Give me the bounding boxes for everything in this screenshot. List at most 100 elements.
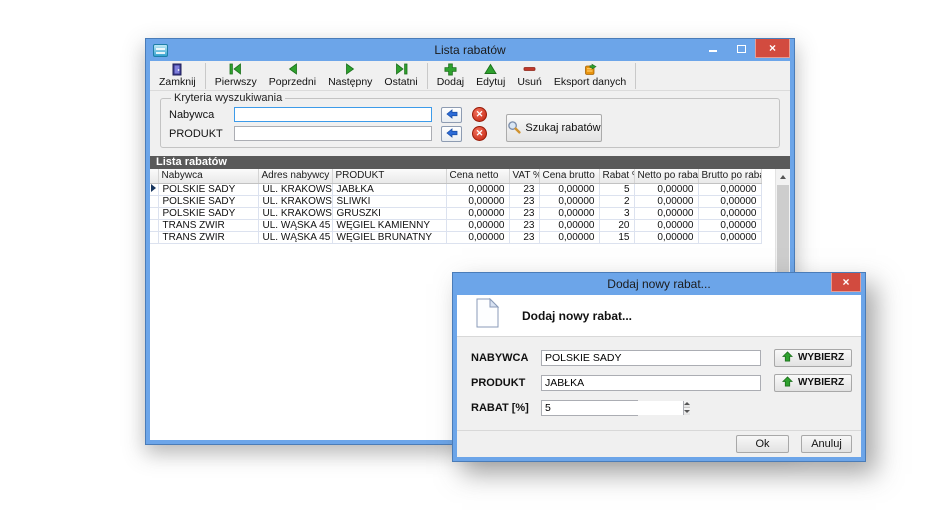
grid-indicator-header [150,169,158,183]
nabywca-filter-input[interactable] [234,107,432,122]
grid-cell[interactable]: 23 [509,183,539,195]
grid-cell[interactable]: 0,00000 [698,183,761,195]
grid-cell[interactable]: 0,00000 [446,183,509,195]
ok-button[interactable]: Ok [736,435,789,453]
grid-cell[interactable]: 0,00000 [539,183,599,195]
toolbar-button-pierwszy[interactable]: Pierwszy [209,62,263,90]
scroll-up-button[interactable] [776,169,790,184]
produkt-value-input[interactable] [541,375,761,391]
table-row[interactable]: TRANS ŻWIRUL. WĄSKA 45WĘGIEL KAMIENNY0,0… [150,219,761,231]
grid-cell[interactable]: 0,00000 [539,207,599,219]
grid-cell[interactable]: UL. WĄSKA 45 [258,219,332,231]
grid-cell[interactable]: 23 [509,195,539,207]
grid-cell[interactable]: 0,00000 [446,231,509,243]
nabywca-insert-button[interactable] [441,107,462,123]
close-button[interactable]: × [755,39,790,58]
grid-cell[interactable]: ŚLIWKI [332,195,446,207]
toolbar-button-ostatni[interactable]: Ostatni [378,62,423,90]
main-titlebar[interactable]: Lista rabatów × [146,39,794,61]
grid-cell[interactable]: UL. WĄSKA 45 [258,231,332,243]
search-discounts-button[interactable]: Szukaj rabatów [506,114,602,142]
toolbar-button-poprzedni[interactable]: Poprzedni [263,62,322,90]
grid-cell[interactable]: TRANS ŻWIR [158,231,258,243]
grid-column-header[interactable]: Cena netto [446,169,509,183]
grid-cell[interactable]: 0,00000 [634,231,698,243]
grid-cell[interactable]: JABŁKA [332,183,446,195]
table-row[interactable]: POLSKIE SADYUL. KRAKOWSKA 145ŚLIWKI0,000… [150,195,761,207]
grid-cell[interactable]: 0,00000 [446,207,509,219]
grid-column-header[interactable]: Cena brutto [539,169,599,183]
rabat-value-input[interactable] [542,401,683,415]
maximize-button[interactable] [727,39,755,57]
produkt-filter-input[interactable] [234,126,432,141]
grid-cell[interactable]: 0,00000 [634,183,698,195]
grid-cell[interactable]: 0,00000 [539,231,599,243]
choose-nabywca-button[interactable]: WYBIERZ [774,349,852,367]
choose-produkt-button[interactable]: WYBIERZ [774,374,852,392]
spin-down-button[interactable] [684,408,690,415]
nabywca-clear-button[interactable]: ✕ [472,107,487,122]
grid-cell[interactable]: 20 [599,219,634,231]
toolbar-button-eksport[interactable]: Eksport danych [548,62,632,90]
toolbar-button-nastepny[interactable]: Następny [322,62,378,90]
dialog-body: NABYWCA WYBIERZ PRODUKT [457,337,861,430]
grid-column-header[interactable]: Netto po rabacie [634,169,698,183]
dialog-title: Dodaj nowy rabat... [453,277,865,291]
grid-cell[interactable]: 0,00000 [446,195,509,207]
grid-cell[interactable]: 15 [599,231,634,243]
nabywca-value-input[interactable] [541,350,761,366]
grid-column-header[interactable]: Brutto po rabacie [698,169,761,183]
grid-cell[interactable]: TRANS ŻWIR [158,219,258,231]
produkt-clear-button[interactable]: ✕ [472,126,487,141]
search-icon [507,120,521,137]
grid-cell[interactable]: UL. KRAKOWSKA 145 [258,183,332,195]
grid-cell[interactable]: POLSKIE SADY [158,207,258,219]
grid-cell[interactable]: 23 [509,207,539,219]
choose-button-label: WYBIERZ [798,352,844,363]
grid-cell[interactable]: 2 [599,195,634,207]
toolbar-button-zamknij[interactable]: Zamknij [153,62,202,90]
dialog-titlebar[interactable]: Dodaj nowy rabat... × [453,273,865,295]
grid-cell[interactable]: 0,00000 [634,219,698,231]
row-indicator-cell [150,195,158,207]
grid-cell[interactable]: 0,00000 [539,219,599,231]
grid-cell[interactable]: UL. KRAKOWSKA 145 [258,207,332,219]
toolbar-button-dodaj[interactable]: Dodaj [431,62,470,90]
grid-cell[interactable]: 0,00000 [446,219,509,231]
grid-column-header[interactable]: VAT % [509,169,539,183]
grid-column-header[interactable]: Nabywca [158,169,258,183]
grid-column-header[interactable]: Rabat % [599,169,634,183]
grid-cell[interactable]: 23 [509,219,539,231]
grid-cell[interactable]: 3 [599,207,634,219]
dialog-close-button[interactable]: × [831,273,861,292]
table-row[interactable]: POLSKIE SADYUL. KRAKOWSKA 145GRUSZKI0,00… [150,207,761,219]
grid-cell[interactable]: WĘGIEL KAMIENNY [332,219,446,231]
table-row[interactable]: POLSKIE SADYUL. KRAKOWSKA 145JABŁKA0,000… [150,183,761,195]
grid-cell[interactable]: 0,00000 [698,207,761,219]
grid-cell[interactable]: UL. KRAKOWSKA 145 [258,195,332,207]
minimize-button[interactable] [699,39,727,57]
produkt-insert-button[interactable] [441,126,462,142]
grid-cell[interactable]: 0,00000 [634,195,698,207]
up-arrow-icon [782,351,793,365]
table-row[interactable]: TRANS ŻWIRUL. WĄSKA 45WĘGIEL BRUNATNY0,0… [150,231,761,243]
grid-cell[interactable]: GRUSZKI [332,207,446,219]
grid-cell[interactable]: 0,00000 [698,219,761,231]
grid-caption: Lista rabatów [150,156,790,169]
spin-up-button[interactable] [684,401,690,409]
document-icon [475,298,500,333]
grid-column-header[interactable]: PRODUKT [332,169,446,183]
toolbar-button-edytuj[interactable]: Edytuj [470,62,511,90]
grid-cell[interactable]: POLSKIE SADY [158,183,258,195]
cancel-button[interactable]: Anuluj [801,435,852,453]
toolbar-button-usun[interactable]: Usuń [511,62,548,90]
grid-column-header[interactable]: Adres nabywcy [258,169,332,183]
grid-cell[interactable]: 0,00000 [634,207,698,219]
grid-cell[interactable]: 0,00000 [539,195,599,207]
grid-cell[interactable]: 0,00000 [698,231,761,243]
grid-cell[interactable]: 5 [599,183,634,195]
grid-cell[interactable]: WĘGIEL BRUNATNY [332,231,446,243]
grid-cell[interactable]: 23 [509,231,539,243]
grid-cell[interactable]: 0,00000 [698,195,761,207]
grid-cell[interactable]: POLSKIE SADY [158,195,258,207]
